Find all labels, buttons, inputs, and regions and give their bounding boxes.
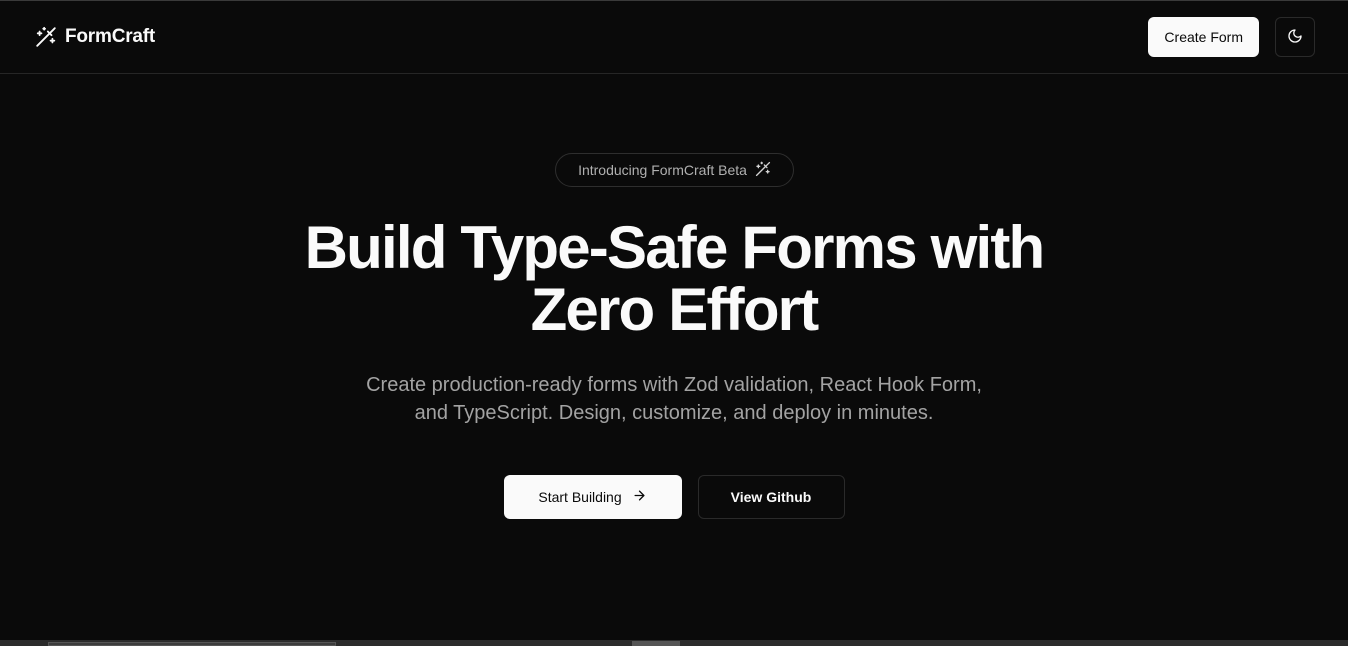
brand-logo[interactable]: FormCraft	[35, 26, 155, 48]
announcement-badge[interactable]: Introducing FormCraft Beta	[555, 153, 794, 187]
hero-section: Introducing FormCraft Beta Build Type-Sa…	[0, 75, 1348, 640]
scrollbar-thumb[interactable]	[632, 641, 680, 646]
hero-subtitle-line-1: Create production-ready forms with Zod v…	[366, 374, 982, 396]
wand-sparkles-icon	[35, 26, 57, 48]
view-github-button[interactable]: View Github	[697, 475, 845, 519]
wand-sparkles-icon	[755, 161, 771, 180]
hero-subtitle-line-2: and TypeScript. Design, customize, and d…	[414, 402, 934, 424]
brand-name: FormCraft	[65, 26, 156, 47]
hero-title: Build Type-Safe Forms with Zero Effort	[0, 217, 1348, 341]
create-form-button[interactable]: Create Form	[1148, 17, 1259, 57]
horizontal-scrollbar[interactable]	[0, 640, 1348, 646]
header-actions: Create Form	[1148, 17, 1315, 57]
hero-title-line-2: Zero Effort	[530, 276, 820, 343]
moon-icon	[1287, 28, 1303, 47]
hero-cta-group: Start Building View Github	[0, 475, 1348, 519]
arrow-right-icon	[632, 488, 647, 506]
badge-text: Introducing FormCraft Beta	[578, 162, 747, 178]
scrollbar-track-segment	[48, 642, 336, 646]
start-building-label: Start Building	[538, 489, 622, 505]
theme-toggle-button[interactable]	[1275, 17, 1315, 57]
start-building-button[interactable]: Start Building	[503, 475, 682, 519]
hero-title-line-1: Build Type-Safe Forms with	[304, 214, 1046, 281]
top-navbar: FormCraft Create Form	[0, 1, 1348, 74]
hero-subtitle: Create production-ready forms with Zod v…	[324, 371, 1024, 427]
